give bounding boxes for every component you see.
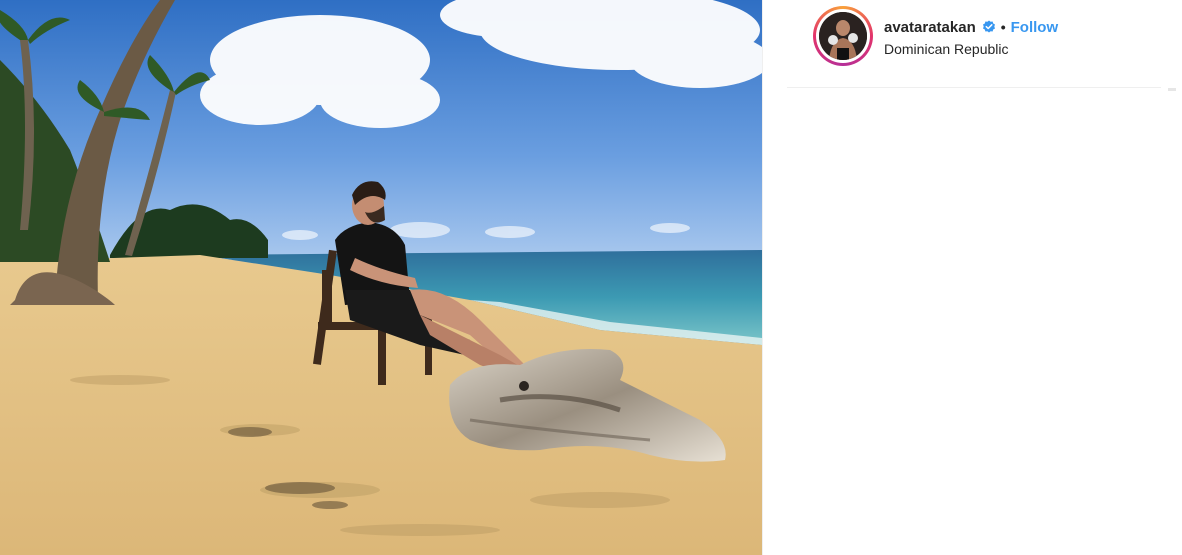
username-link[interactable]: avataratakan [884, 19, 976, 36]
follow-button[interactable]: Follow [1011, 19, 1059, 36]
avatar[interactable] [819, 12, 867, 60]
story-ring[interactable] [813, 6, 873, 66]
post-photo[interactable] [0, 0, 762, 555]
avatar-image [819, 12, 867, 60]
post-side-panel: avataratakan • Follow Dominican Republic [762, 0, 1182, 555]
beach-photo-illustration [0, 0, 762, 555]
user-line: avataratakan • Follow [884, 17, 1058, 37]
post-header: avataratakan • Follow Dominican Republic [787, 0, 1161, 88]
verified-badge-icon [982, 20, 996, 34]
location-link[interactable]: Dominican Republic [884, 41, 1009, 57]
dot-separator: • [1000, 19, 1006, 35]
scrollbar[interactable] [1168, 88, 1176, 91]
